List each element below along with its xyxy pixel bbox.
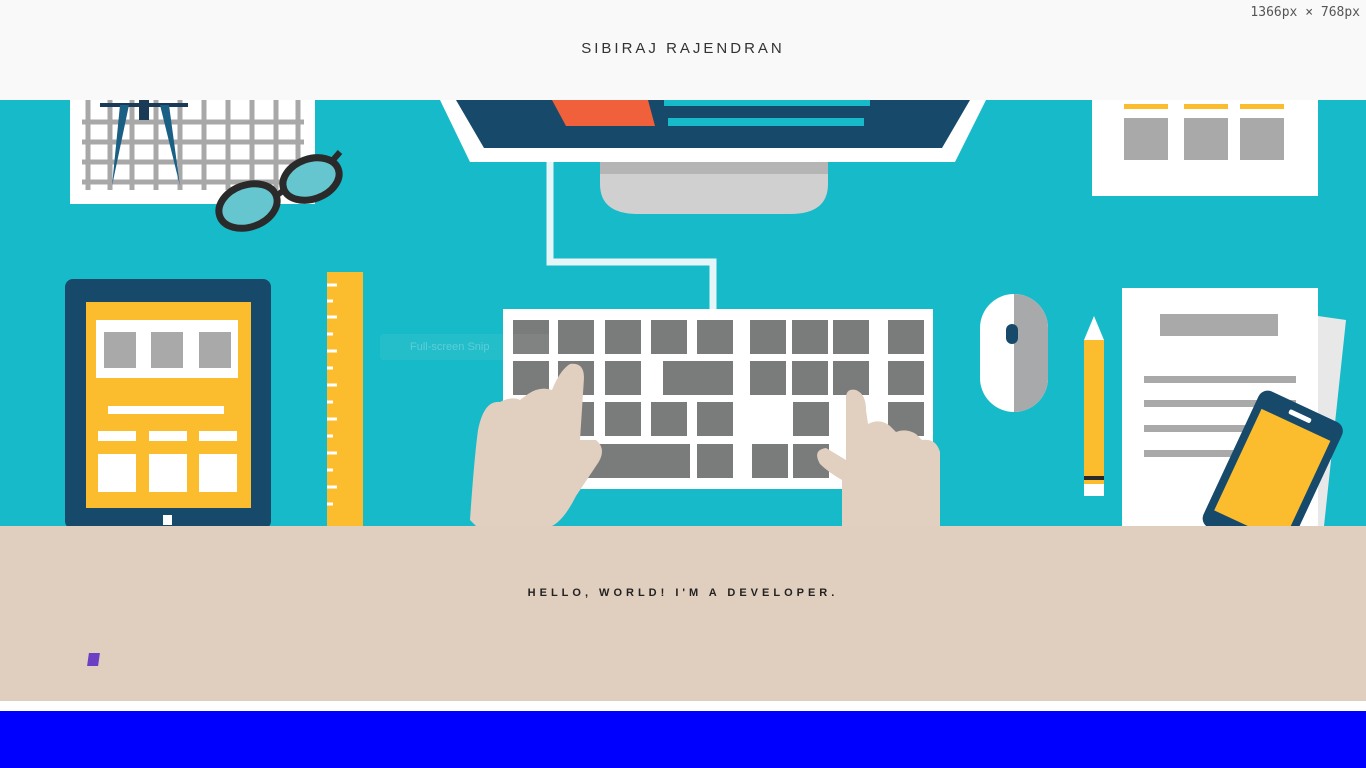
- site-title[interactable]: SIBIRAJ RAJENDRAN: [0, 40, 1366, 57]
- grid-paper-icon: [70, 100, 315, 204]
- cursor-icon: [87, 653, 100, 666]
- site-header: SIBIRAJ RAJENDRAN: [0, 0, 1366, 100]
- hero-illustration: Full-screen Snip: [0, 100, 1366, 526]
- mouse-icon: [980, 294, 1048, 412]
- pencil-icon: [1084, 316, 1104, 496]
- intro-tagline: HELLO, WORLD! I'M A DEVELOPER.: [527, 587, 839, 599]
- viewport-size-badge: 1366px × 768px: [1250, 5, 1360, 20]
- document-card-icon: [1092, 100, 1318, 196]
- section-divider: [0, 701, 1366, 711]
- monitor-icon: [440, 100, 986, 314]
- intro-section: HELLO, WORLD! I'M A DEVELOPER.: [0, 526, 1366, 701]
- snip-tooltip: Full-screen Snip: [380, 334, 550, 360]
- tablet-icon: [65, 279, 271, 526]
- footer-band: [0, 711, 1366, 768]
- ruler-icon: [327, 272, 363, 526]
